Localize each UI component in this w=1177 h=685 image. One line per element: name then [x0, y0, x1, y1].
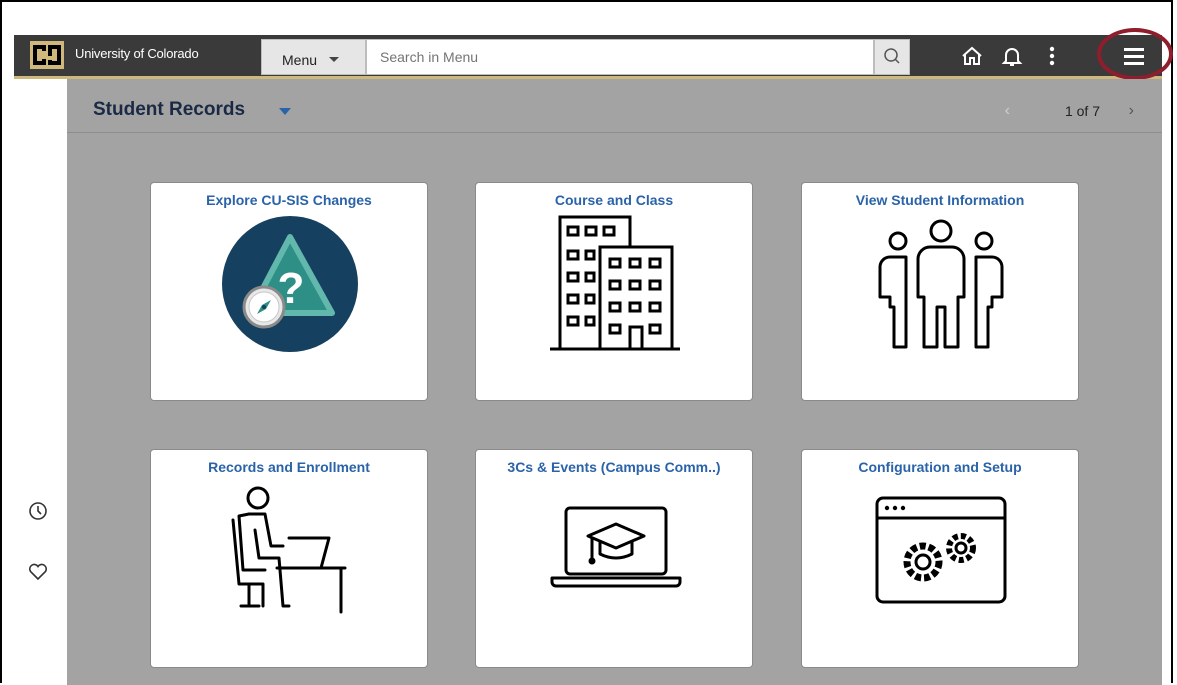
left-rail: [14, 79, 67, 685]
tile-title: Configuration and Setup: [858, 459, 1022, 475]
search-input[interactable]: [366, 39, 874, 75]
homepage-selector-chevron-icon[interactable]: [279, 108, 291, 115]
pager: ‹ 1 of 7 ›: [984, 102, 1134, 122]
menu-dropdown-button[interactable]: Menu: [261, 39, 366, 75]
tile-configuration-and-setup[interactable]: Configuration and Setup: [801, 449, 1079, 668]
tile-3cs-and-events[interactable]: 3Cs & Events (Campus Comm..): [475, 449, 753, 668]
chevron-right-icon[interactable]: ›: [1129, 102, 1134, 120]
bell-icon[interactable]: [997, 41, 1027, 71]
laptop-graduation-cap-icon: [550, 506, 682, 588]
search-button[interactable]: [874, 39, 910, 75]
home-icon[interactable]: [957, 41, 987, 71]
tile-course-and-class[interactable]: Course and Class: [475, 182, 753, 401]
compass-question-icon: ?: [222, 216, 358, 352]
tile-title: View Student Information: [855, 192, 1025, 208]
window-gears-icon: [875, 496, 1007, 604]
chevron-down-icon: [329, 57, 339, 62]
more-actions-icon[interactable]: [1037, 41, 1067, 71]
homepage-content: Student Records ‹ 1 of 7 › Explore CU-SI…: [67, 79, 1162, 685]
tile-view-student-information[interactable]: View Student Information: [801, 182, 1079, 401]
menu-label: Menu: [282, 52, 318, 68]
buildings-icon: [550, 215, 680, 351]
tile-title: Records and Enrollment: [208, 459, 370, 475]
window-frame: University of Colorado Menu Search in Me…: [0, 0, 1173, 685]
tile-records-and-enrollment[interactable]: Records and Enrollment: [150, 449, 428, 668]
recent-history-clock-icon[interactable]: [26, 499, 50, 523]
navbar-hamburger-icon[interactable]: [1119, 41, 1149, 71]
tile-title: 3Cs & Events (Campus Comm..): [507, 459, 721, 475]
favorites-heart-icon[interactable]: [26, 559, 50, 583]
people-group-icon: [878, 219, 1004, 349]
page-title: Student Records: [93, 99, 246, 120]
chevron-left-icon[interactable]: ‹: [1005, 102, 1010, 120]
search-icon: [884, 48, 900, 64]
tile-title: Course and Class: [554, 192, 674, 208]
top-banner: University of Colorado Menu: [14, 35, 1162, 79]
cu-logo-icon[interactable]: [30, 41, 64, 69]
tile-title: Explore CU-SIS Changes: [206, 192, 372, 208]
tile-explore-cu-sis-changes[interactable]: Explore CU-SIS Changes ?: [150, 182, 428, 401]
university-name[interactable]: University of Colorado: [75, 46, 199, 61]
pager-count: 1 of 7: [1064, 103, 1100, 119]
header-divider: [67, 132, 1162, 133]
person-at-desk-icon: [231, 486, 347, 614]
